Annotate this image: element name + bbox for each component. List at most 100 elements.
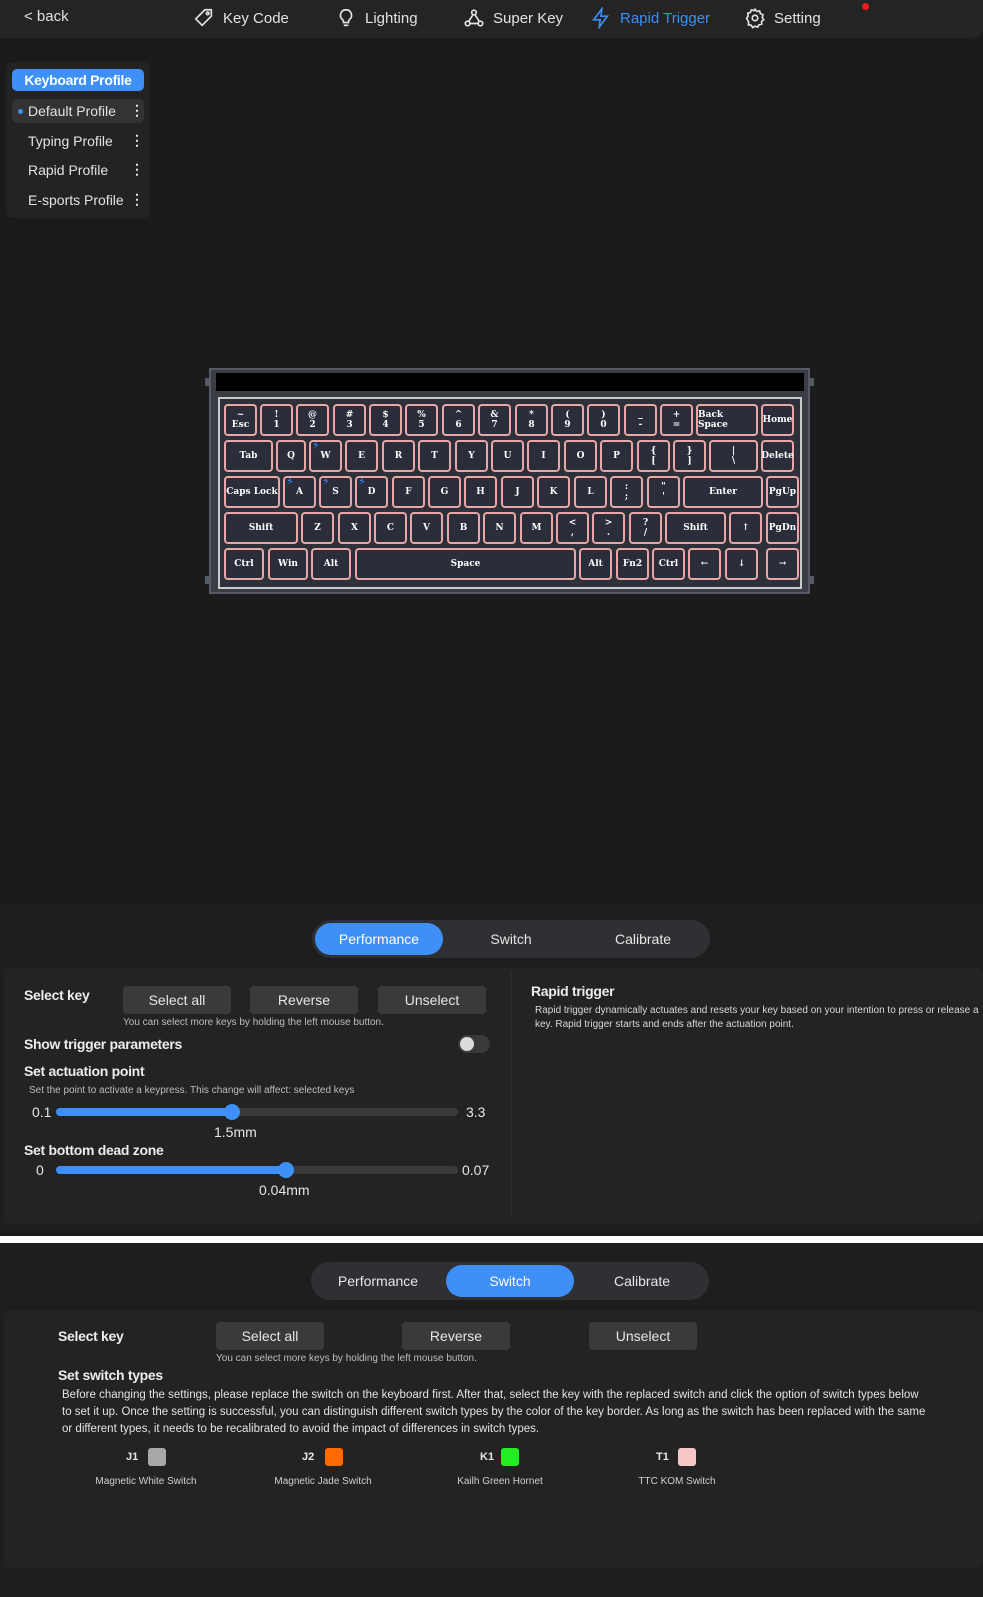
key-0[interactable]: ) 0 bbox=[587, 404, 620, 436]
key-fn2[interactable]: Fn2 bbox=[616, 548, 649, 580]
nav-setting[interactable]: Setting bbox=[744, 6, 821, 30]
key-9[interactable]: (9 bbox=[551, 404, 584, 436]
key-sym[interactable]: >. bbox=[592, 512, 625, 544]
key-sym[interactable]: " ' bbox=[647, 476, 680, 508]
key-u[interactable]: U bbox=[491, 440, 524, 472]
key-4[interactable]: $4 bbox=[369, 404, 402, 436]
key-i[interactable]: I bbox=[527, 440, 560, 472]
key-o[interactable]: O bbox=[564, 440, 597, 472]
key-x[interactable]: X bbox=[338, 512, 371, 544]
key-6[interactable]: ^ 6 bbox=[442, 404, 475, 436]
key-sym[interactable]: | \ bbox=[709, 440, 758, 472]
select-all-button[interactable]: Select all bbox=[216, 1322, 324, 1350]
key-n[interactable]: N bbox=[483, 512, 516, 544]
key-t[interactable]: T bbox=[418, 440, 451, 472]
key-f[interactable]: F bbox=[392, 476, 425, 508]
slider-thumb[interactable] bbox=[277, 1162, 294, 1178]
key-s[interactable]: S ⚡ bbox=[319, 476, 352, 508]
key-sym[interactable]: + = bbox=[660, 404, 693, 436]
deadzone-slider[interactable] bbox=[56, 1162, 458, 1178]
key-pgup[interactable]: PgUp bbox=[766, 476, 799, 508]
key-sym[interactable]: ← bbox=[688, 548, 721, 580]
key-home[interactable]: Home bbox=[761, 404, 794, 436]
key-r[interactable]: R bbox=[382, 440, 415, 472]
reverse-button[interactable]: Reverse bbox=[402, 1322, 510, 1350]
key-c[interactable]: C bbox=[374, 512, 407, 544]
key-enter[interactable]: Enter bbox=[683, 476, 763, 508]
key-space[interactable]: Space bbox=[355, 548, 576, 580]
key-w[interactable]: W ⚡ bbox=[309, 440, 342, 472]
key-pgdn[interactable]: PgDn bbox=[766, 512, 799, 544]
reverse-button[interactable]: Reverse bbox=[250, 986, 358, 1014]
key-alt[interactable]: Alt bbox=[311, 548, 351, 580]
profile-item-esports[interactable]: E-sports Profile ⋮ bbox=[12, 188, 144, 212]
key-j[interactable]: J bbox=[501, 476, 534, 508]
key-7[interactable]: & 7 bbox=[478, 404, 511, 436]
tab-switch[interactable]: Switch bbox=[447, 923, 575, 955]
more-vertical-icon[interactable]: ⋮ bbox=[130, 129, 144, 151]
actuation-slider[interactable] bbox=[56, 1104, 458, 1120]
unselect-button[interactable]: Unselect bbox=[378, 986, 486, 1014]
key-tab[interactable]: Tab bbox=[224, 440, 273, 472]
key-alt[interactable]: Alt bbox=[579, 548, 612, 580]
key-l[interactable]: L bbox=[574, 476, 607, 508]
key-5[interactable]: % 5 bbox=[405, 404, 438, 436]
tab-calibrate[interactable]: Calibrate bbox=[579, 923, 707, 955]
key-shift[interactable]: Shift bbox=[224, 512, 298, 544]
key-k[interactable]: K bbox=[537, 476, 570, 508]
key-sym[interactable]: ? / bbox=[629, 512, 662, 544]
key-q[interactable]: Q bbox=[276, 440, 306, 472]
show-trigger-toggle[interactable] bbox=[458, 1035, 490, 1053]
key-3[interactable]: #3 bbox=[333, 404, 366, 436]
key-sym[interactable]: → bbox=[766, 548, 799, 580]
key-d[interactable]: D ⚡ bbox=[355, 476, 388, 508]
more-vertical-icon[interactable]: ⋮ bbox=[130, 99, 144, 121]
key-g[interactable]: G bbox=[428, 476, 461, 508]
key-sym[interactable]: ↑ bbox=[729, 512, 762, 544]
key-1[interactable]: ! 1 bbox=[260, 404, 293, 436]
back-link[interactable]: < back bbox=[24, 8, 69, 25]
tab-performance[interactable]: Performance bbox=[314, 1265, 442, 1297]
more-vertical-icon[interactable]: ⋮ bbox=[130, 158, 144, 180]
select-all-button[interactable]: Select all bbox=[123, 986, 231, 1014]
key-delete[interactable]: Delete bbox=[761, 440, 794, 472]
key-sym[interactable]: ↓ bbox=[725, 548, 758, 580]
key-2[interactable]: @2 bbox=[296, 404, 329, 436]
key-m[interactable]: M bbox=[520, 512, 553, 544]
nav-rapid-trigger[interactable]: Rapid Trigger bbox=[590, 6, 710, 30]
unselect-button[interactable]: Unselect bbox=[589, 1322, 697, 1350]
key-b[interactable]: B bbox=[447, 512, 480, 544]
key-e[interactable]: E bbox=[345, 440, 378, 472]
key-v[interactable]: V bbox=[410, 512, 443, 544]
tab-calibrate[interactable]: Calibrate bbox=[578, 1265, 706, 1297]
more-vertical-icon[interactable]: ⋮ bbox=[130, 188, 144, 210]
key-backspace[interactable]: Back Space bbox=[696, 404, 758, 436]
key-y[interactable]: Y bbox=[455, 440, 488, 472]
key-esc[interactable]: ~ Esc bbox=[224, 404, 257, 436]
switch-color-swatch[interactable] bbox=[678, 1448, 696, 1466]
nav-key-code[interactable]: Key Code bbox=[193, 6, 289, 30]
key-capslock[interactable]: Caps Lock bbox=[224, 476, 280, 508]
key-a[interactable]: A ⚡ bbox=[283, 476, 316, 508]
nav-super-key[interactable]: Super Key bbox=[463, 6, 563, 30]
key-sym[interactable]: <, bbox=[556, 512, 589, 544]
key-sym[interactable]: :; bbox=[610, 476, 643, 508]
key-ctrl[interactable]: Ctrl bbox=[224, 548, 264, 580]
nav-lighting[interactable]: Lighting bbox=[335, 6, 418, 30]
profile-item-typing[interactable]: Typing Profile ⋮ bbox=[12, 129, 144, 153]
key-sym[interactable]: _ - bbox=[624, 404, 657, 436]
switch-color-swatch[interactable] bbox=[325, 1448, 343, 1466]
key-sym[interactable]: }] bbox=[673, 440, 706, 472]
tab-performance[interactable]: Performance bbox=[315, 923, 443, 955]
key-sym[interactable]: {[ bbox=[637, 440, 670, 472]
profile-item-rapid[interactable]: Rapid Profile ⋮ bbox=[12, 158, 144, 182]
key-p[interactable]: P bbox=[600, 440, 633, 472]
key-z[interactable]: Z bbox=[301, 512, 334, 544]
key-shift[interactable]: Shift bbox=[665, 512, 726, 544]
switch-color-swatch[interactable] bbox=[501, 1448, 519, 1466]
key-8[interactable]: * 8 bbox=[515, 404, 548, 436]
key-win[interactable]: Win bbox=[268, 548, 308, 580]
switch-color-swatch[interactable] bbox=[148, 1448, 166, 1466]
key-ctrl[interactable]: Ctrl bbox=[652, 548, 685, 580]
slider-thumb[interactable] bbox=[223, 1104, 240, 1120]
